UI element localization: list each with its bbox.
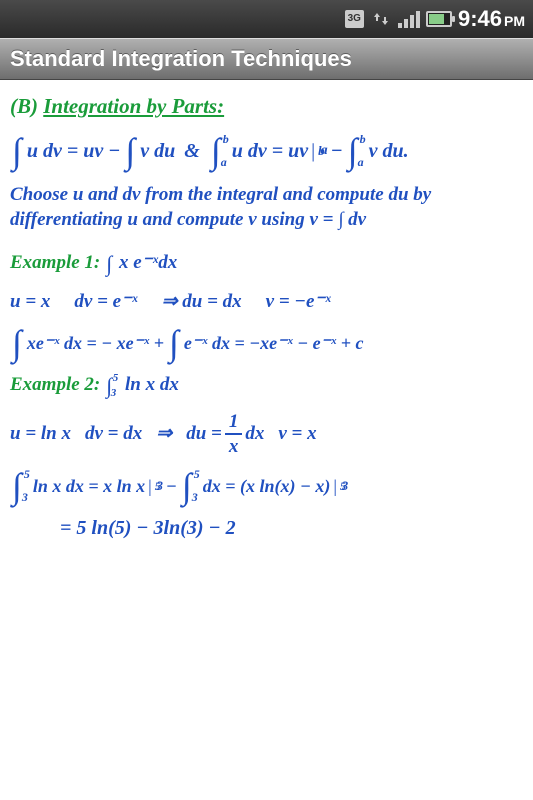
integral-icon: ∫: [125, 137, 135, 166]
data-arrows-icon: [370, 8, 392, 30]
signal-bars-icon: [398, 10, 420, 28]
app-title-bar: Standard Integration Techniques: [0, 38, 533, 80]
example-2-header: Example 2: ∫53 ln x dx: [10, 374, 523, 396]
example-2-work: ∫53 ln x dx = x ln x|53 − ∫53 dx = (x ln…: [10, 472, 523, 501]
battery-icon: [426, 11, 452, 27]
document-content: (B) Integration by Parts: ∫ u dv = uv − …: [0, 80, 533, 570]
integral-icon: ∫ba: [211, 137, 221, 166]
example-2-substitutions: u = ln x dv = dx ⇒ du = 1x dx v = x: [10, 412, 523, 456]
example-2-result: = 5 ln(5) − 3ln(3) − 2: [60, 517, 523, 540]
android-status-bar: 3G 9:46PM: [0, 0, 533, 38]
status-clock: 9:46PM: [458, 6, 525, 32]
app-title: Standard Integration Techniques: [10, 46, 352, 72]
integral-icon: ∫: [169, 329, 179, 358]
integral-icon: ∫53: [12, 472, 22, 501]
example-1-substitutions: u = x dv = e⁻ˣ ⇒ du = dx v = −e⁻ˣ: [10, 290, 523, 313]
integral-icon: ∫53: [182, 472, 192, 501]
integral-icon: ∫: [106, 255, 112, 273]
integral-icon: ∫ba: [348, 137, 358, 166]
example-1-header: Example 1: ∫ x e⁻ˣdx: [10, 251, 523, 274]
ibp-formula: ∫ u dv = uv − ∫ v du & ∫ba u dv = uv|ba …: [10, 137, 523, 166]
integral-icon: ∫53: [106, 377, 112, 395]
integral-icon: ∫: [12, 329, 22, 358]
section-header: (B) Integration by Parts:: [10, 94, 523, 119]
example-1-work: ∫ xe⁻ˣ dx = − xe⁻ˣ + ∫ e⁻ˣ dx = −xe⁻ˣ − …: [10, 329, 523, 358]
network-3g-icon: 3G: [345, 10, 364, 28]
integral-icon: ∫: [12, 137, 22, 166]
instruction-text: Choose u and dv from the integral and co…: [10, 182, 523, 233]
